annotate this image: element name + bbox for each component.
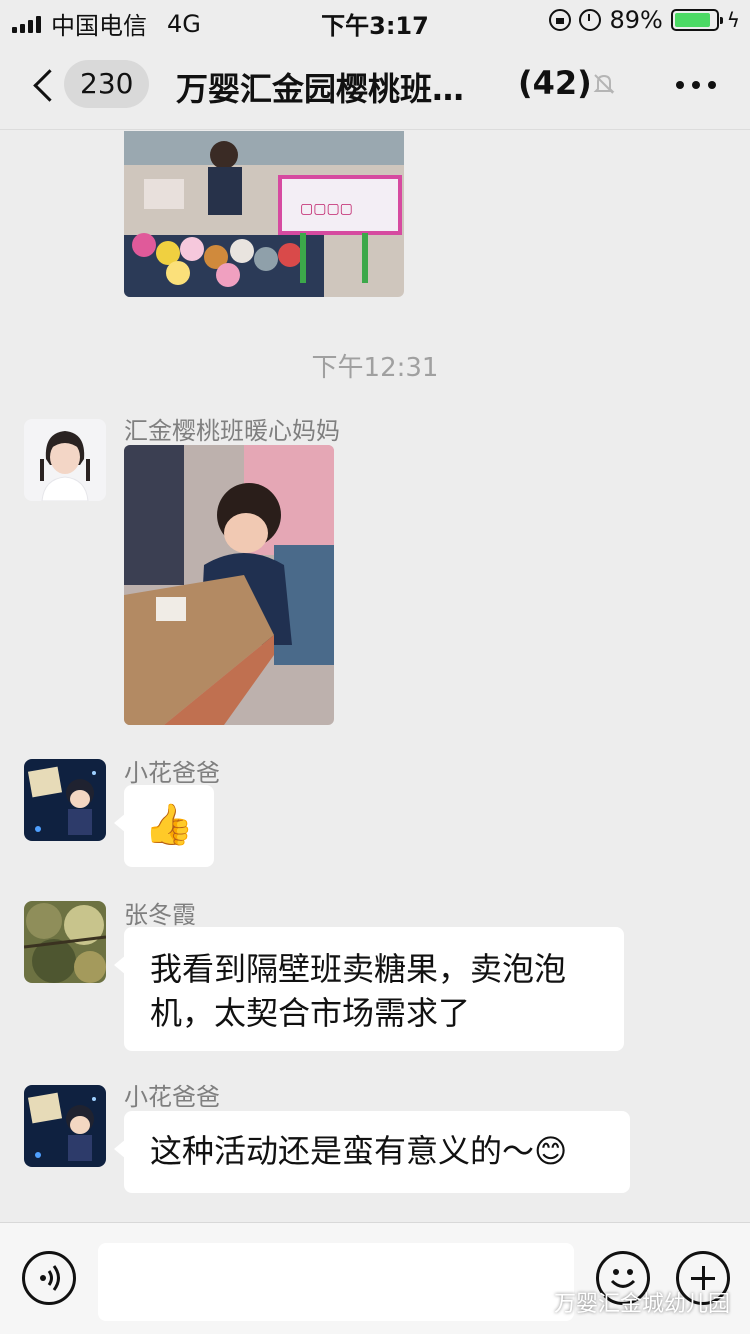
- nav-bar: 230 万婴汇金园樱桃班… (42): [0, 40, 750, 130]
- sender-name: 张冬霞: [124, 901, 196, 929]
- message-input[interactable]: [98, 1243, 574, 1321]
- battery-fill: [674, 13, 711, 27]
- status-right: 89% ϟ: [549, 6, 740, 34]
- voice-input-button[interactable]: [22, 1251, 76, 1305]
- svg-text:▢▢▢▢: ▢▢▢▢: [300, 201, 353, 217]
- avatar[interactable]: [24, 759, 106, 841]
- rotation-lock-icon: [549, 9, 572, 31]
- alarm-icon: [579, 9, 602, 31]
- member-count: (42): [518, 64, 592, 102]
- back-button[interactable]: [26, 66, 60, 106]
- thumbs-up-emoji: 👍: [144, 802, 194, 848]
- watermark-text: 万婴汇金城幼儿园: [553, 1292, 730, 1317]
- wechat-logo-icon: [521, 1292, 547, 1312]
- more-options-button[interactable]: [676, 70, 716, 100]
- sender-name: 小花爸爸: [124, 1083, 220, 1111]
- message-text: 这种活动还是蛮有意义的～: [150, 1132, 535, 1170]
- unread-count-badge[interactable]: 230: [64, 60, 150, 108]
- sender-name: 小花爸爸: [124, 759, 220, 787]
- message-bubble[interactable]: 👍: [114, 785, 214, 867]
- voice-icon: [40, 1265, 60, 1291]
- chat-timestamp: 下午12:31: [311, 353, 439, 383]
- smile-emoji: 😊: [534, 1132, 568, 1170]
- message-text-line: 机，太契合市场需求了: [150, 994, 471, 1032]
- charging-icon: ϟ: [726, 8, 740, 32]
- battery-icon: [670, 9, 723, 31]
- message-text-line: 我看到隔壁班卖糖果，卖泡泡: [150, 950, 567, 988]
- message-bubble[interactable]: 我看到隔壁班卖糖果，卖泡泡 机，太契合市场需求了: [114, 927, 624, 1051]
- chat-title[interactable]: 万婴汇金园樱桃班…: [176, 64, 464, 110]
- mute-bell-icon: [593, 74, 615, 94]
- message-bubble[interactable]: 这种活动还是蛮有意义的～😊: [114, 1111, 630, 1193]
- chat-photo-child-with-box[interactable]: [124, 445, 334, 725]
- avatar[interactable]: [24, 1085, 106, 1167]
- status-bar: 中国电信 4G 下午3:17 89% ϟ: [0, 0, 750, 40]
- avatar[interactable]: [24, 901, 106, 983]
- watermark: 万婴汇金城幼儿园: [521, 1286, 730, 1318]
- chat-photo-market-stall[interactable]: ▢▢▢▢: [124, 131, 404, 297]
- battery-percent: 89%: [609, 6, 663, 34]
- avatar[interactable]: [24, 419, 106, 501]
- sender-name: 汇金樱桃班暖心妈妈: [124, 417, 340, 445]
- chat-area[interactable]: ▢▢▢▢ 下午12:31 汇金樱桃班暖心妈妈 小花爸爸 👍 张冬霞 我看到隔壁班…: [0, 131, 750, 1221]
